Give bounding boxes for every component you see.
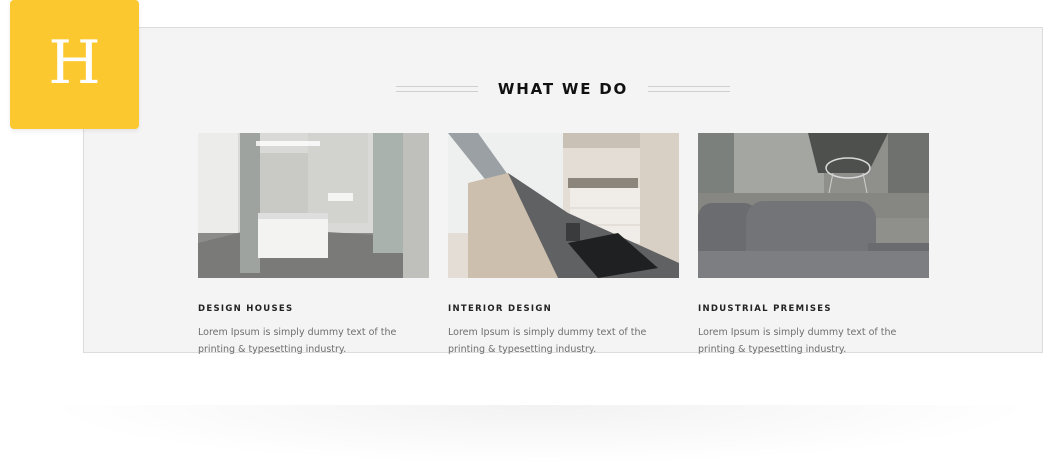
card-description: Lorem Ipsum is simply dummy text of the … <box>198 327 397 355</box>
bathroom-photo <box>198 133 429 278</box>
heading-divider-left <box>395 86 478 92</box>
section-heading: WHAT WE DO <box>84 80 1042 98</box>
logo-letter: H <box>48 27 101 98</box>
services-section: WHAT WE DO DESIGN HOUSES Lorem Ipsum is … <box>83 27 1043 355</box>
card-title[interactable]: INDUSTRIAL PREMISES <box>698 304 929 314</box>
page-shadow <box>40 405 1040 465</box>
heading-divider-right <box>648 86 731 92</box>
service-card-design-houses[interactable]: DESIGN HOUSES Lorem Ipsum is simply dumm… <box>198 133 429 358</box>
card-title[interactable]: DESIGN HOUSES <box>198 304 429 314</box>
service-card-interior-design[interactable]: INTERIOR DESIGN Lorem Ipsum is simply du… <box>448 133 679 358</box>
kitchen-photo <box>448 133 679 278</box>
brand-logo[interactable]: H <box>10 0 139 129</box>
card-description: Lorem Ipsum is simply dummy text of the … <box>448 327 647 355</box>
card-title[interactable]: INTERIOR DESIGN <box>448 304 679 314</box>
card-description: Lorem Ipsum is simply dummy text of the … <box>698 327 897 355</box>
section-title: WHAT WE DO <box>497 80 629 98</box>
service-card-industrial-premises[interactable]: INDUSTRIAL PREMISES Lorem Ipsum is simpl… <box>698 133 929 358</box>
sofa-photo <box>698 133 929 278</box>
